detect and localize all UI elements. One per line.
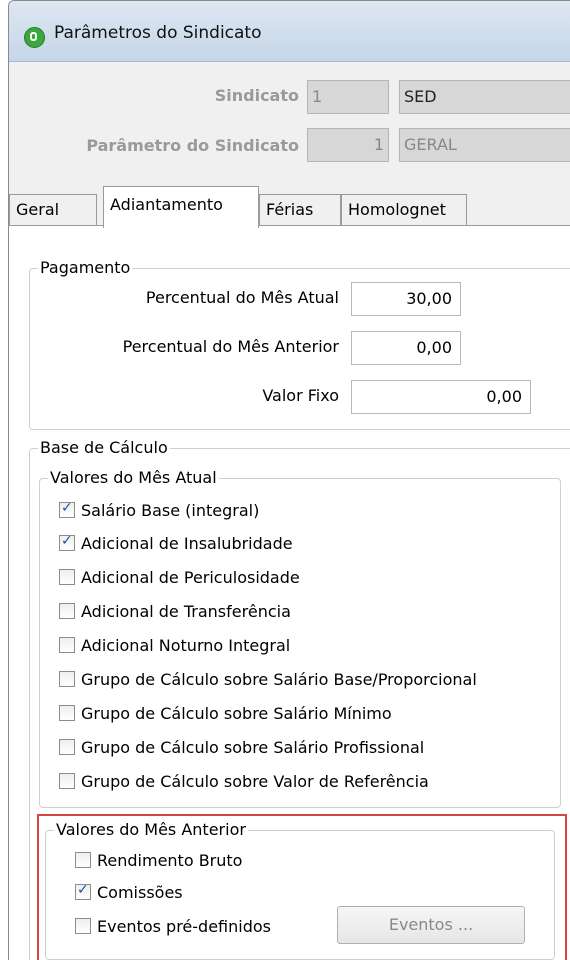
- eventos-button[interactable]: Eventos ...: [337, 906, 525, 944]
- checkbox-grupo-salario-minimo[interactable]: Grupo de Cálculo sobre Salário Mínimo: [59, 701, 392, 725]
- sindicato-label: Sindicato: [214, 86, 299, 105]
- checkbox-box[interactable]: [59, 739, 75, 755]
- checkbox-comissoes[interactable]: Comissões: [75, 880, 183, 904]
- checkbox-grupo-salario-profissional[interactable]: Grupo de Cálculo sobre Salário Profissio…: [59, 735, 424, 759]
- checkbox-label: Comissões: [97, 882, 183, 902]
- checkbox-label: Adicional de Transferência: [81, 601, 291, 621]
- checkbox-grupo-valor-referencia[interactable]: Grupo de Cálculo sobre Valor de Referênc…: [59, 769, 429, 793]
- window-title: Parâmetros do Sindicato: [54, 23, 262, 43]
- checkbox-box[interactable]: [59, 705, 75, 721]
- app-icon: [24, 27, 45, 48]
- base-calculo-legend: Base de Cálculo: [38, 438, 170, 458]
- checkbox-insalubridade[interactable]: Adicional de Insalubridade: [59, 531, 293, 555]
- checkbox-label: Grupo de Cálculo sobre Valor de Referênc…: [81, 771, 429, 791]
- checkbox-label: Grupo de Cálculo sobre Salário Mínimo: [81, 703, 392, 723]
- checkbox-box[interactable]: [75, 918, 91, 934]
- checkbox-rendimento-bruto[interactable]: Rendimento Bruto: [75, 848, 242, 872]
- title-bar: Parâmetros do Sindicato: [9, 1, 570, 62]
- checkbox-box[interactable]: [59, 671, 75, 687]
- checkbox-box[interactable]: [75, 852, 91, 868]
- checkbox-label: Adicional de Insalubridade: [81, 533, 293, 553]
- checkbox-box[interactable]: [59, 603, 75, 619]
- checkbox-grupo-salario-base[interactable]: Grupo de Cálculo sobre Salário Base/Prop…: [59, 667, 477, 691]
- checkbox-noturno[interactable]: Adicional Noturno Integral: [59, 633, 290, 657]
- pagamento-legend: Pagamento: [38, 258, 133, 278]
- percentual-mes-atual-input[interactable]: 30,00: [351, 282, 461, 316]
- checkbox-label: Adicional Noturno Integral: [81, 635, 291, 655]
- percentual-mes-atual-label: Percentual do Mês Atual: [145, 288, 339, 307]
- parametro-code-field[interactable]: 1: [307, 128, 389, 162]
- valor-fixo-input[interactable]: 0,00: [351, 380, 531, 414]
- checkbox-periculosidade[interactable]: Adicional de Periculosidade: [59, 565, 300, 589]
- checkbox-eventos-pre-definidos[interactable]: Eventos pré-definidos: [75, 914, 271, 938]
- tab-content-adiantamento: Pagamento Percentual do Mês Atual 30,00 …: [9, 225, 570, 960]
- checkbox-label: Rendimento Bruto: [97, 850, 243, 870]
- checkbox-box[interactable]: [59, 500, 75, 518]
- checkbox-transferencia[interactable]: Adicional de Transferência: [59, 599, 291, 623]
- mes-atual-legend: Valores do Mês Atual: [48, 468, 219, 488]
- checkbox-label: Eventos pré-definidos: [97, 916, 271, 936]
- window: Parâmetros do Sindicato Sindicato 1 SED …: [8, 0, 570, 960]
- valor-fixo-label: Valor Fixo: [262, 386, 339, 405]
- checkbox-box[interactable]: [75, 882, 91, 900]
- checkbox-box[interactable]: [59, 569, 75, 585]
- tab-adiantamento[interactable]: Adiantamento: [103, 186, 259, 228]
- tab-homolognet[interactable]: Homolognet: [341, 194, 467, 226]
- tab-bar: Geral Adiantamento Férias Homolognet: [9, 186, 570, 228]
- header-panel: Sindicato 1 SED Parâmetro do Sindicato 1…: [9, 62, 570, 182]
- tab-ferias[interactable]: Férias: [259, 194, 341, 226]
- mes-anterior-legend: Valores do Mês Anterior: [54, 820, 248, 840]
- parametro-label: Parâmetro do Sindicato: [86, 136, 299, 155]
- sindicato-code-field[interactable]: 1: [307, 80, 389, 114]
- checkbox-salario-base[interactable]: Salário Base (integral): [59, 498, 259, 522]
- sindicato-name-field[interactable]: SED: [399, 80, 570, 114]
- parametro-name-field[interactable]: GERAL: [399, 128, 570, 162]
- checkbox-label: Adicional de Periculosidade: [81, 567, 300, 587]
- checkbox-label: Grupo de Cálculo sobre Salário Profissio…: [81, 737, 425, 757]
- checkbox-label: Grupo de Cálculo sobre Salário Base/Prop…: [81, 669, 477, 689]
- checkbox-label: Salário Base (integral): [81, 500, 260, 520]
- percentual-mes-anterior-input[interactable]: 0,00: [351, 331, 461, 365]
- checkbox-box[interactable]: [59, 773, 75, 789]
- checkbox-box[interactable]: [59, 637, 75, 653]
- tab-geral[interactable]: Geral: [9, 194, 97, 226]
- percentual-mes-anterior-label: Percentual do Mês Anterior: [122, 337, 339, 356]
- checkbox-box[interactable]: [59, 533, 75, 551]
